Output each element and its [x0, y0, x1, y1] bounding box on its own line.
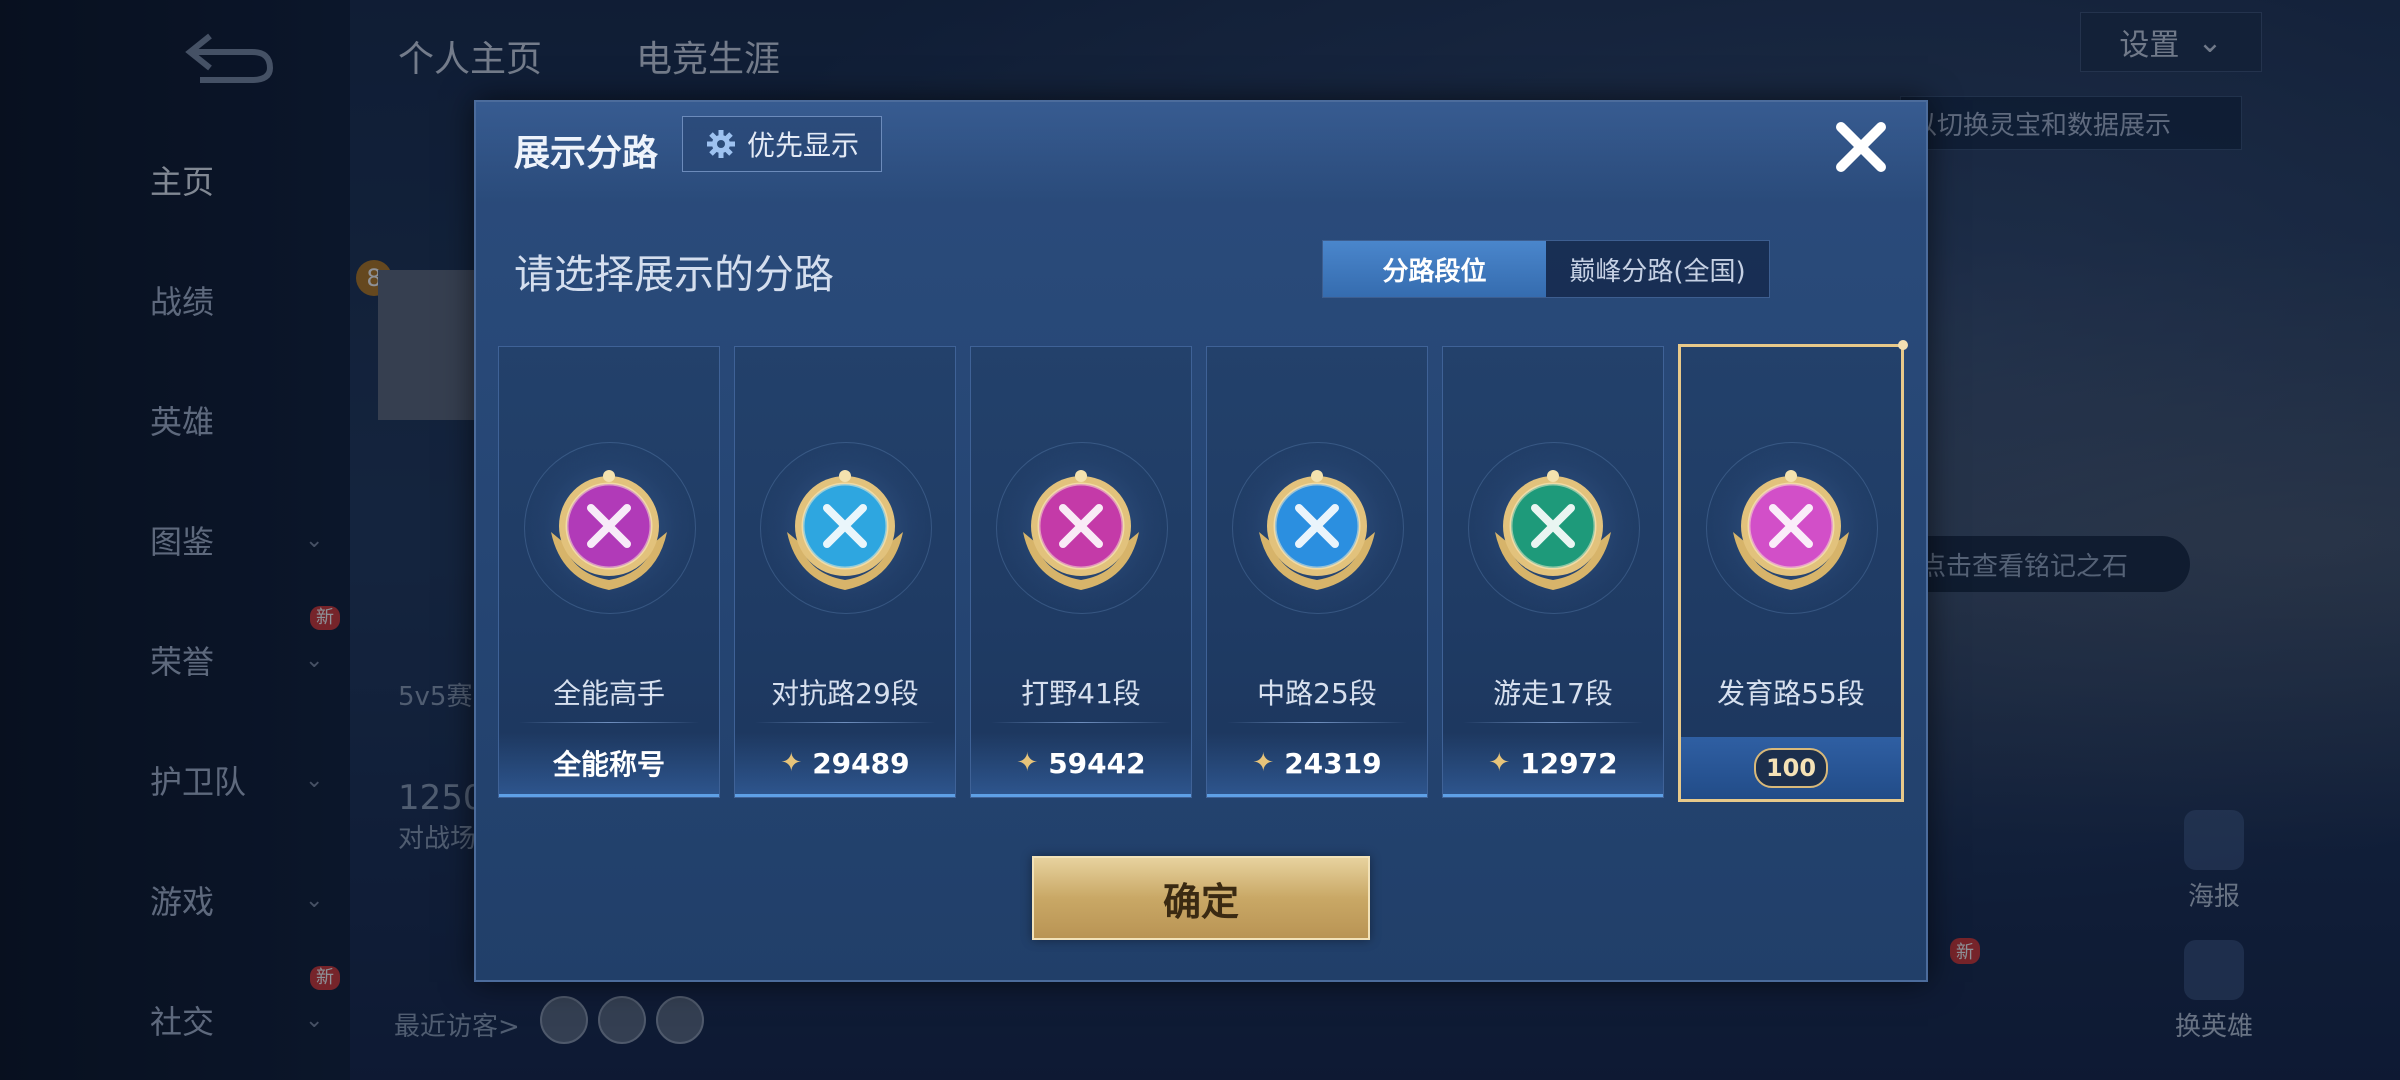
- power-icon: ✦: [780, 748, 803, 778]
- lane-rank-label: 打野41段: [1021, 677, 1141, 710]
- lane-rank-label: 游走17段: [1493, 677, 1613, 710]
- lane-score: 24319: [1284, 746, 1382, 780]
- lane-rank-emblem-icon: [1259, 470, 1375, 590]
- lane-card[interactable]: 全能高手 全能称号: [498, 346, 720, 798]
- power-icon: ✦: [1016, 748, 1039, 778]
- title-label: 全能称号: [552, 748, 665, 781]
- power-icon: ✦: [1252, 748, 1275, 778]
- tab-peak-lane[interactable]: 巅峰分路(全国): [1546, 241, 1769, 297]
- lane-score: 29489: [812, 746, 910, 780]
- lane-card-footer: ✦ 59442: [971, 732, 1191, 797]
- divider: [991, 722, 1171, 723]
- power-icon: ✦: [1488, 748, 1511, 778]
- divider: [1463, 722, 1643, 723]
- priority-display-label: 优先显示: [746, 129, 859, 162]
- lane-rank-label: 全能高手: [552, 677, 665, 710]
- lane-card[interactable]: 中路25段 ✦ 24319: [1206, 346, 1428, 798]
- confirm-button[interactable]: 确定: [1032, 856, 1370, 940]
- lane-mode-toggle: 分路段位 巅峰分路(全国): [1322, 240, 1770, 298]
- close-icon: [1836, 122, 1886, 172]
- lane-rank-emblem-icon: [1495, 470, 1611, 590]
- lane-rank-emblem-icon: [551, 470, 667, 590]
- lane-rank-label: 中路25段: [1257, 677, 1377, 710]
- lane-card-footer: ✦ 12972: [1443, 732, 1663, 797]
- close-button[interactable]: [1826, 112, 1896, 182]
- star-count-badge: 100: [1754, 748, 1828, 788]
- divider: [755, 722, 935, 723]
- lane-rank-emblem-icon: [1023, 470, 1139, 590]
- lane-rank-emblem-icon: [1733, 470, 1849, 590]
- lane-card-footer: 全能称号: [499, 732, 719, 797]
- lane-card[interactable]: 打野41段 ✦ 59442: [970, 346, 1192, 798]
- lane-rank-label: 对抗路29段: [771, 677, 919, 710]
- lane-card[interactable]: 发育路55段 100: [1678, 340, 1908, 802]
- divider: [1227, 722, 1407, 723]
- dialog-subtitle: 请选择展示的分路: [514, 252, 834, 298]
- dialog-title: 展示分路: [514, 133, 659, 174]
- lane-score: 12972: [1520, 746, 1618, 780]
- lane-card-footer: ✦ 24319: [1207, 732, 1427, 797]
- display-lane-dialog: 展示分路 优先显示 请选择展示的分路 分路段位 巅峰分路(全国) 全能高手全能称…: [474, 100, 1928, 982]
- lane-card-list: 全能高手 全能称号 对抗路29段 ✦ 29489 打野41段 ✦ 59442 中路25段 ✦ 243…: [498, 340, 1918, 802]
- priority-display-button[interactable]: 优先显示: [682, 116, 882, 172]
- lane-card-footer: 100: [1681, 737, 1901, 799]
- lane-card[interactable]: 对抗路29段 ✦ 29489: [734, 346, 956, 798]
- lane-card-footer: ✦ 29489: [735, 732, 955, 797]
- lane-rank-label: 发育路55段: [1717, 677, 1865, 710]
- gear-icon: [706, 130, 735, 158]
- lane-rank-emblem-icon: [787, 470, 903, 590]
- lane-score: 59442: [1048, 746, 1146, 780]
- lane-card[interactable]: 游走17段 ✦ 12972: [1442, 346, 1664, 798]
- divider: [519, 722, 699, 723]
- tab-lane-rank[interactable]: 分路段位: [1323, 241, 1546, 297]
